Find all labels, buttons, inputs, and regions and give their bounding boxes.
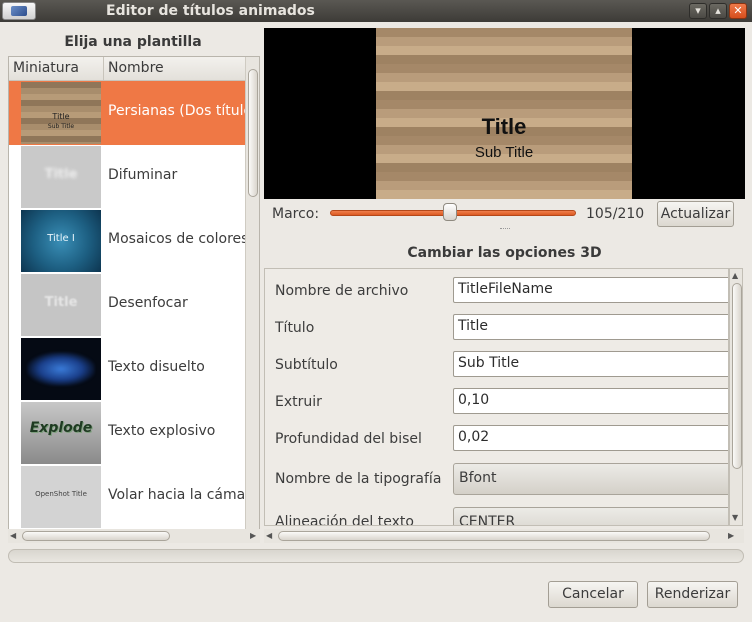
subtitle-label: Subtítulo [275, 357, 338, 373]
filename-input[interactable]: TitleFileName [453, 277, 728, 303]
template-name: Volar hacia la cámara [108, 487, 260, 503]
scrollbar-thumb[interactable] [248, 69, 258, 197]
filename-label: Nombre de archivo [275, 283, 409, 299]
template-row-mosaicos[interactable]: Title I Mosaicos de colores [9, 209, 249, 273]
title-label: Título [275, 320, 315, 336]
text-alignment-label: Alineación del texto [275, 514, 414, 526]
scrollbar-thumb[interactable] [278, 531, 710, 541]
template-thumbnail: Title [21, 274, 101, 336]
templates-list-header: Miniatura Nombre [9, 57, 245, 81]
template-name: Persianas (Dos títulos) [108, 103, 260, 119]
subtitle-input[interactable]: Sub Title [453, 351, 728, 377]
template-thumbnail [21, 338, 101, 400]
thumbnail-title: OpenShot Title [35, 490, 87, 498]
scroll-left-icon[interactable]: ◀ [266, 531, 272, 540]
preview-frame-image: Title Sub Title [376, 28, 632, 199]
frame-label: Marco: [272, 206, 320, 222]
font-name-label: Nombre de la tipografía [275, 471, 442, 487]
close-icon[interactable]: ✕ [729, 3, 747, 19]
extrude-label: Extruir [275, 394, 322, 410]
render-progress-bar [8, 549, 744, 563]
template-name: Difuminar [108, 167, 178, 183]
template-row-texto-explosivo[interactable]: Explode Texto explosivo [9, 401, 245, 465]
update-button[interactable]: Actualizar [657, 201, 734, 227]
app-icon[interactable] [2, 2, 36, 20]
thumbnail-title: Title [44, 295, 78, 310]
thumbnail-subtitle: Sub Title [47, 123, 75, 130]
bevel-depth-label: Profundidad del bisel [275, 431, 422, 447]
options-horizontal-scrollbar[interactable]: ◀ ▶ [264, 529, 744, 543]
template-name: Texto disuelto [108, 359, 205, 375]
scroll-right-icon[interactable]: ▶ [250, 531, 256, 540]
template-thumbnail: Explode [21, 402, 101, 464]
thumbnail-title: Title [44, 167, 78, 182]
templates-horizontal-scrollbar[interactable]: ◀ ▶ [8, 529, 260, 543]
column-separator [103, 57, 104, 81]
template-name: Texto explosivo [108, 423, 216, 439]
thumbnail-title: Explode [29, 420, 93, 436]
template-thumbnail: OpenShot Title [21, 466, 101, 528]
column-header-thumbnail[interactable]: Miniatura [13, 60, 79, 76]
templates-list[interactable]: Miniatura Nombre Title Sub Title Persian… [8, 56, 260, 530]
template-thumbnail: Title I [21, 210, 101, 272]
pane-resize-grip[interactable] [500, 228, 510, 231]
render-button[interactable]: Renderizar [647, 581, 738, 608]
column-header-name[interactable]: Nombre [108, 60, 164, 76]
minimize-icon[interactable]: ▾ [689, 3, 707, 19]
text-alignment-select[interactable]: CENTER [453, 507, 728, 525]
template-name: Desenfocar [108, 295, 188, 311]
options-vertical-scrollbar[interactable]: ▲ ▼ [729, 268, 743, 526]
scroll-left-icon[interactable]: ◀ [10, 531, 16, 540]
scroll-down-icon[interactable]: ▼ [732, 513, 738, 522]
title-preview: Title Sub Title [264, 28, 745, 199]
template-row-difuminar[interactable]: Title Difuminar [9, 145, 245, 209]
font-name-select[interactable]: Bfont [453, 463, 728, 495]
preview-subtitle-text: Sub Title [474, 144, 534, 161]
extrude-input[interactable]: 0,10 [453, 388, 728, 414]
template-row-volar[interactable]: OpenShot Title Volar hacia la cámara [9, 465, 259, 529]
preview-title-text: Title [481, 114, 527, 139]
template-row-desenfocar[interactable]: Title Desenfocar [9, 273, 245, 337]
template-thumbnail: Title [21, 146, 101, 208]
scrollbar-thumb[interactable] [732, 283, 742, 469]
scroll-up-icon[interactable]: ▲ [732, 271, 738, 280]
maximize-icon[interactable]: ▴ [709, 3, 727, 19]
bevel-depth-input[interactable]: 0,02 [453, 425, 728, 451]
cancel-button[interactable]: Cancelar [548, 581, 638, 608]
thumbnail-particles [27, 352, 95, 386]
frame-slider-handle[interactable] [443, 203, 457, 221]
templates-heading: Elija una plantilla [64, 34, 202, 50]
window-title: Editor de títulos animados [106, 3, 315, 19]
template-row-persianas[interactable]: Title Sub Title Persianas (Dos títulos) [9, 81, 259, 145]
scroll-right-icon[interactable]: ▶ [728, 531, 734, 540]
template-row-texto-disuelto[interactable]: Texto disuelto [9, 337, 245, 401]
scrollbar-thumb[interactable] [22, 531, 170, 541]
template-name: Mosaicos de colores [108, 231, 249, 247]
options-heading: Cambiar las opciones 3D [407, 245, 602, 261]
frame-value: 105/210 [586, 206, 645, 222]
thumbnail-title: Title I [47, 233, 75, 244]
template-thumbnail: Title Sub Title [21, 82, 101, 144]
window-titlebar: Editor de títulos animados ▾ ▴ ✕ [0, 0, 752, 22]
thumbnail-title: Title [52, 112, 70, 121]
title-input[interactable]: Title [453, 314, 728, 340]
templates-vertical-scrollbar[interactable] [245, 57, 259, 529]
options-panel: Nombre de archivo TitleFileName Título T… [264, 268, 729, 526]
